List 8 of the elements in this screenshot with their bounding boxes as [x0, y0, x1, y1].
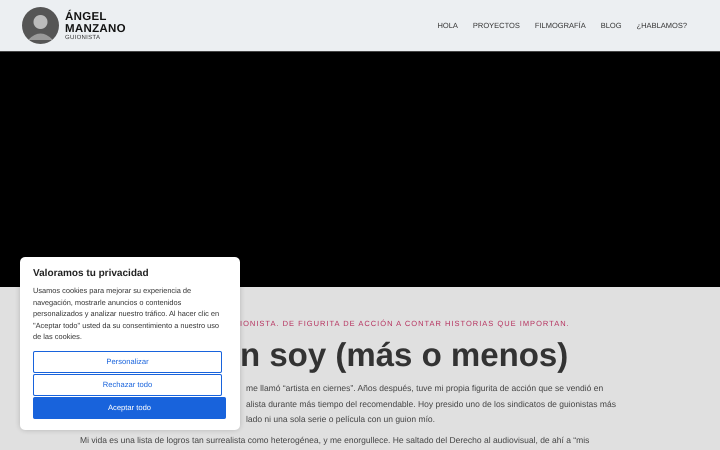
- paragraph-line: lado ni una sola serie o película con un guion mío.: [246, 413, 436, 426]
- paragraph-line: alista durante más tiempo del recomendable. Hoy presido uno de los sindicatos de guionistas más: [246, 398, 616, 411]
- site-name: ÁNGEL MANZANO: [65, 10, 126, 34]
- page-heading: n soy (más o menos): [240, 335, 568, 375]
- avatar-icon: [22, 7, 59, 44]
- paragraph-line: Mi vida es una lista de logros tan surrealista como heterogénea, y me enorgullece. He saltado del Derecho al audiovisual, de ahí a “mis: [80, 434, 590, 446]
- cookie-title: Valoramos tu privacidad: [33, 268, 150, 279]
- paragraph-line: me llamó “artista en ciernes”. Años después, tuve mi propia figurita de acción que se vendió en: [246, 382, 604, 395]
